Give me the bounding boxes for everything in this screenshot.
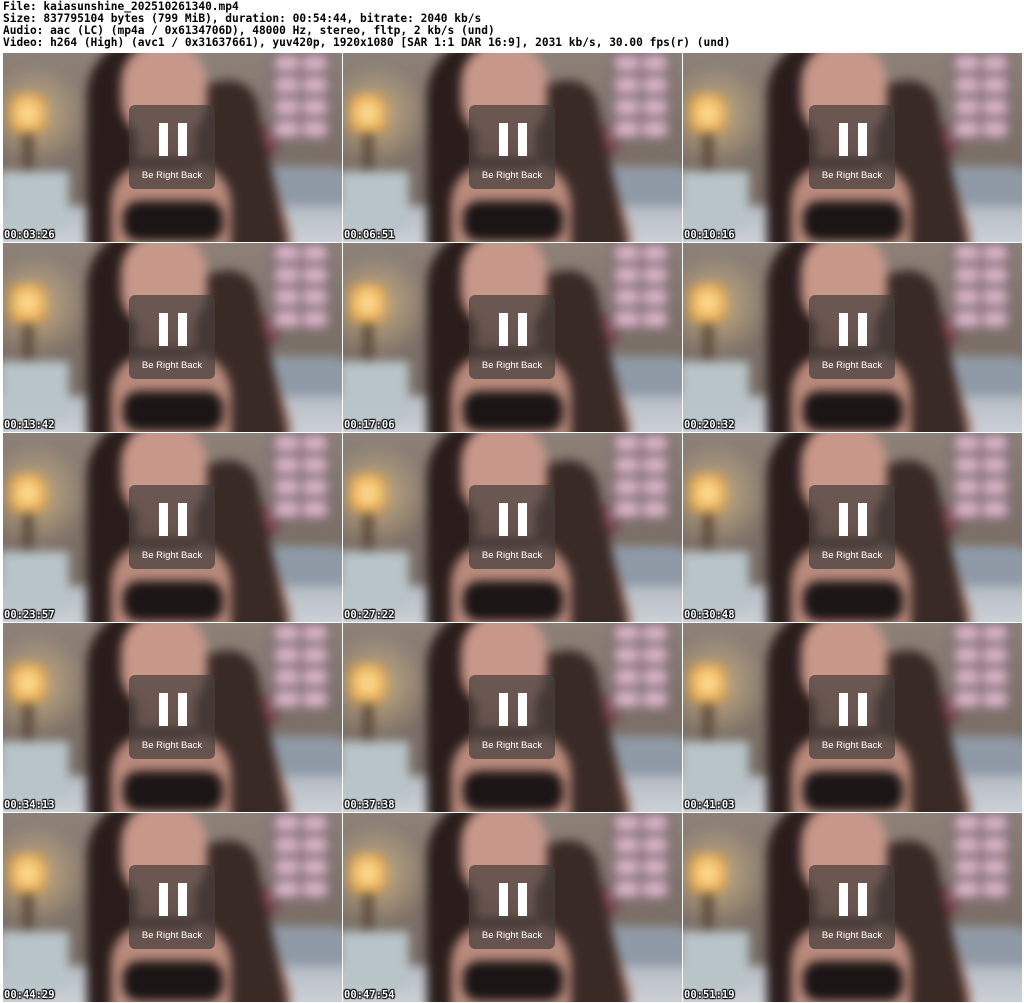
brb-label: Be Right Back <box>481 930 543 941</box>
brb-label: Be Right Back <box>141 360 203 371</box>
thumbnail: Be Right Back 00:23:57 <box>3 433 342 622</box>
timestamp: 00:27:22 <box>344 609 395 621</box>
brb-label: Be Right Back <box>141 930 203 941</box>
timestamp: 00:51:19 <box>684 989 735 1001</box>
pause-icon <box>499 123 527 156</box>
thumbnail: Be Right Back 00:03:26 <box>3 53 342 242</box>
timestamp: 00:34:13 <box>4 799 55 811</box>
thumbnail: Be Right Back 00:37:38 <box>343 623 682 812</box>
brb-label: Be Right Back <box>821 930 883 941</box>
brb-label: Be Right Back <box>481 170 543 181</box>
timestamp: 00:44:29 <box>4 989 55 1001</box>
file-info-header: File: kaiasunshine_202510261340.mp4 Size… <box>0 0 1024 53</box>
timestamp: 00:37:38 <box>344 799 395 811</box>
pause-icon <box>159 313 187 346</box>
pause-icon <box>839 123 867 156</box>
brb-overlay: Be Right Back <box>129 105 215 189</box>
timestamp: 00:41:03 <box>684 799 735 811</box>
brb-overlay: Be Right Back <box>129 485 215 569</box>
brb-overlay: Be Right Back <box>469 865 555 949</box>
timestamp: 00:17:06 <box>344 419 395 431</box>
brb-overlay: Be Right Back <box>129 865 215 949</box>
timestamp: 00:06:51 <box>344 229 395 241</box>
brb-overlay: Be Right Back <box>809 105 895 189</box>
brb-label: Be Right Back <box>821 170 883 181</box>
timestamp: 00:23:57 <box>4 609 55 621</box>
timestamp: 00:47:54 <box>344 989 395 1001</box>
brb-overlay: Be Right Back <box>469 675 555 759</box>
brb-label: Be Right Back <box>821 360 883 371</box>
brb-label: Be Right Back <box>141 550 203 561</box>
pause-icon <box>499 503 527 536</box>
pause-icon <box>839 693 867 726</box>
pause-icon <box>839 503 867 536</box>
brb-label: Be Right Back <box>821 740 883 751</box>
pause-icon <box>159 503 187 536</box>
brb-label: Be Right Back <box>481 550 543 561</box>
thumbnail: Be Right Back 00:06:51 <box>343 53 682 242</box>
timestamp: 00:20:32 <box>684 419 735 431</box>
pause-icon <box>839 883 867 916</box>
thumbnail: Be Right Back 00:34:13 <box>3 623 342 812</box>
thumbnail: Be Right Back 00:17:06 <box>343 243 682 432</box>
timestamp: 00:13:42 <box>4 419 55 431</box>
timestamp: 00:03:26 <box>4 229 55 241</box>
brb-overlay: Be Right Back <box>469 105 555 189</box>
brb-overlay: Be Right Back <box>469 295 555 379</box>
pause-icon <box>499 883 527 916</box>
pause-icon <box>499 313 527 346</box>
thumbnail-grid: Be Right Back 00:03:26 Be Right Back 00:… <box>3 53 1023 1003</box>
thumbnail: Be Right Back 00:27:22 <box>343 433 682 622</box>
brb-overlay: Be Right Back <box>809 485 895 569</box>
brb-label: Be Right Back <box>481 360 543 371</box>
thumbnail: Be Right Back 00:47:54 <box>343 813 682 1002</box>
pause-icon <box>499 693 527 726</box>
pause-icon <box>159 693 187 726</box>
thumbnail: Be Right Back 00:20:32 <box>683 243 1022 432</box>
pause-icon <box>159 123 187 156</box>
pause-icon <box>159 883 187 916</box>
brb-overlay: Be Right Back <box>809 675 895 759</box>
thumbnail: Be Right Back 00:44:29 <box>3 813 342 1002</box>
thumbnail: Be Right Back 00:30:48 <box>683 433 1022 622</box>
brb-label: Be Right Back <box>141 170 203 181</box>
thumbnail: Be Right Back 00:13:42 <box>3 243 342 432</box>
thumbnail: Be Right Back 00:10:16 <box>683 53 1022 242</box>
brb-label: Be Right Back <box>481 740 543 751</box>
brb-overlay: Be Right Back <box>129 675 215 759</box>
pause-icon <box>839 313 867 346</box>
thumbnail: Be Right Back 00:51:19 <box>683 813 1022 1002</box>
brb-overlay: Be Right Back <box>809 865 895 949</box>
timestamp: 00:30:48 <box>684 609 735 621</box>
brb-label: Be Right Back <box>141 740 203 751</box>
brb-overlay: Be Right Back <box>129 295 215 379</box>
brb-label: Be Right Back <box>821 550 883 561</box>
thumbnail: Be Right Back 00:41:03 <box>683 623 1022 812</box>
brb-overlay: Be Right Back <box>469 485 555 569</box>
video-line: Video: h264 (High) (avc1 / 0x31637661), … <box>3 36 731 49</box>
brb-overlay: Be Right Back <box>809 295 895 379</box>
timestamp: 00:10:16 <box>684 229 735 241</box>
